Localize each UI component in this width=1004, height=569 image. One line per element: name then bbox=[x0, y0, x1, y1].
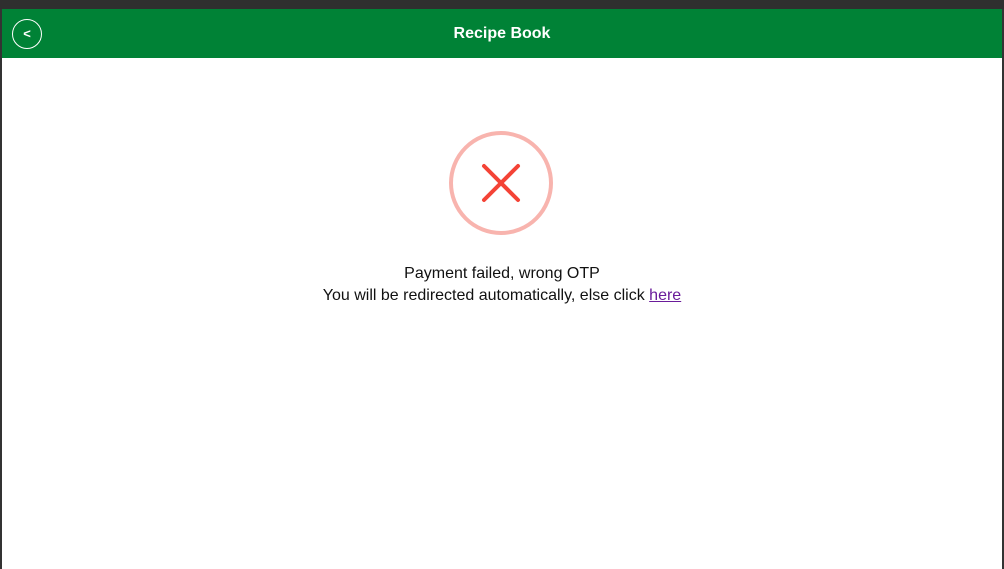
back-icon: < bbox=[23, 26, 31, 41]
error-x-icon bbox=[449, 131, 553, 235]
window-titlebar bbox=[0, 0, 1004, 9]
error-message: Payment failed, wrong OTP bbox=[404, 265, 600, 282]
redirect-text: You will be redirected automatically, el… bbox=[322, 287, 645, 304]
redirect-here-link[interactable]: here bbox=[649, 287, 681, 304]
back-button[interactable]: < bbox=[12, 19, 42, 49]
app-header: Recipe Book < bbox=[2, 9, 1002, 58]
app-frame: Recipe Book < Payment failed, wrong OTP … bbox=[2, 9, 1002, 569]
status-message: Payment failed, wrong OTP You will be re… bbox=[2, 263, 1002, 307]
redirect-message: You will be redirected automatically, el… bbox=[2, 285, 1002, 307]
page-title: Recipe Book bbox=[453, 25, 551, 42]
